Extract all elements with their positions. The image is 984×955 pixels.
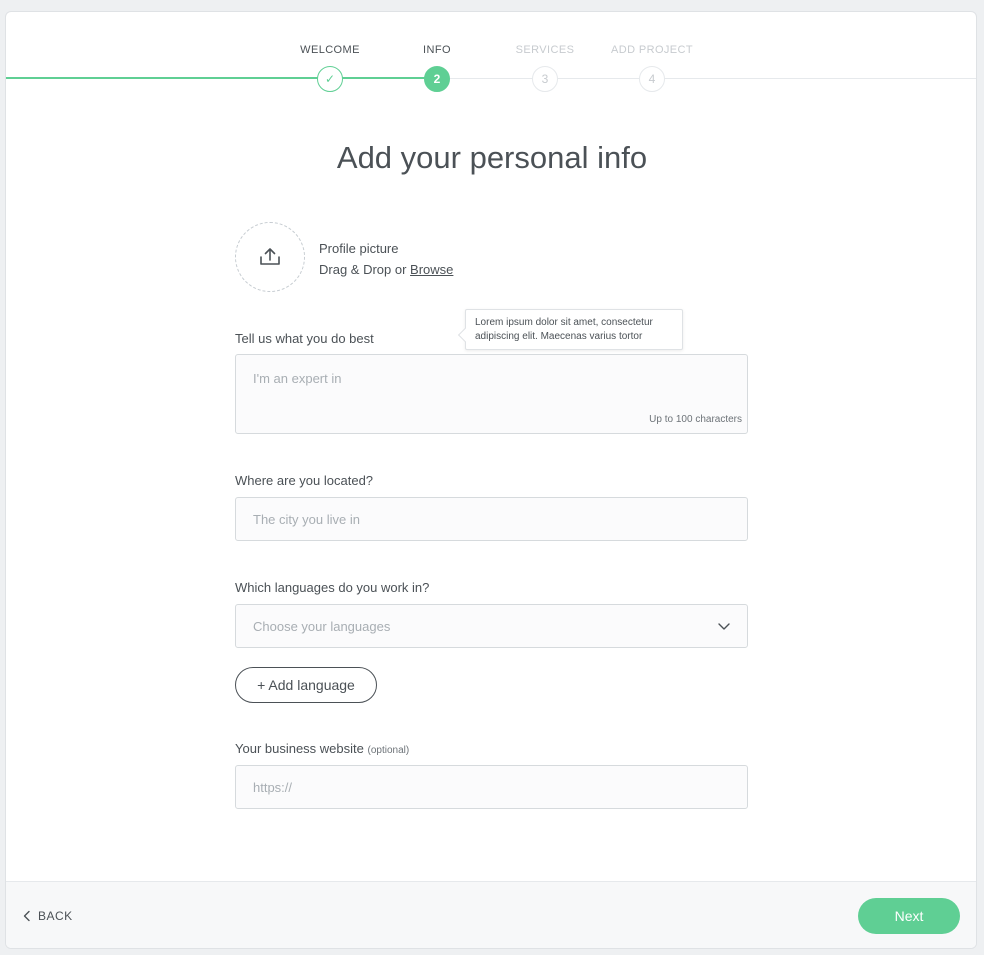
step-label: WELCOME bbox=[300, 44, 360, 56]
next-button[interactable]: Next bbox=[858, 898, 960, 934]
best-label: Tell us what you do best bbox=[235, 331, 374, 346]
optional-tag: (optional) bbox=[367, 745, 410, 756]
chevron-down-icon bbox=[718, 623, 730, 630]
drag-drop-text: Drag & Drop or bbox=[319, 262, 407, 277]
upload-icon bbox=[260, 248, 280, 265]
languages-placeholder: Choose your languages bbox=[253, 619, 391, 634]
page-title: Add your personal info bbox=[336, 140, 648, 175]
browse-link[interactable]: Browse bbox=[410, 262, 453, 277]
location-placeholder: The city you live in bbox=[253, 512, 360, 527]
onboarding-card: WELCOME ✓ INFO 2 SERVICES 3 ADD PROJECT … bbox=[5, 11, 977, 949]
step-number: 3 bbox=[532, 66, 558, 92]
languages-label: Which languages do you work in? bbox=[235, 580, 430, 595]
website-label: Your business website (optional) bbox=[235, 741, 409, 756]
step-label: ADD PROJECT bbox=[610, 44, 694, 56]
expertise-textarea[interactable]: I'm an expert in Up to 100 characters bbox=[235, 354, 748, 434]
chevron-left-icon bbox=[23, 910, 30, 922]
languages-select[interactable]: Choose your languages bbox=[235, 604, 748, 648]
expertise-placeholder: I'm an expert in bbox=[253, 371, 342, 386]
profile-picture-label: Profile picture bbox=[319, 241, 399, 256]
step-number: 4 bbox=[639, 66, 665, 92]
back-button[interactable]: BACK bbox=[22, 909, 73, 923]
profile-drag-text: Drag & Drop or Browse bbox=[319, 262, 453, 277]
step-label: SERVICES bbox=[515, 44, 575, 56]
location-label: Where are you located? bbox=[235, 473, 374, 488]
footer-bar: BACK Next bbox=[6, 881, 976, 948]
character-limit: Up to 100 characters bbox=[649, 414, 742, 425]
profile-picture-dropzone[interactable] bbox=[235, 222, 305, 292]
stepper-progress bbox=[6, 77, 437, 79]
step-number: 2 bbox=[424, 66, 450, 92]
website-label-text: Your business website bbox=[235, 741, 364, 756]
location-input[interactable]: The city you live in bbox=[235, 497, 748, 541]
add-language-button[interactable]: + Add language bbox=[235, 667, 377, 703]
tooltip: Lorem ipsum dolor sit amet, consectetur … bbox=[465, 309, 683, 350]
website-input[interactable]: https:// bbox=[235, 765, 748, 809]
back-label: BACK bbox=[38, 909, 73, 923]
step-label: INFO bbox=[423, 44, 451, 56]
progress-stepper: WELCOME ✓ INFO 2 SERVICES 3 ADD PROJECT … bbox=[6, 12, 976, 92]
checkmark-icon: ✓ bbox=[317, 66, 343, 92]
website-placeholder: https:// bbox=[253, 780, 293, 795]
